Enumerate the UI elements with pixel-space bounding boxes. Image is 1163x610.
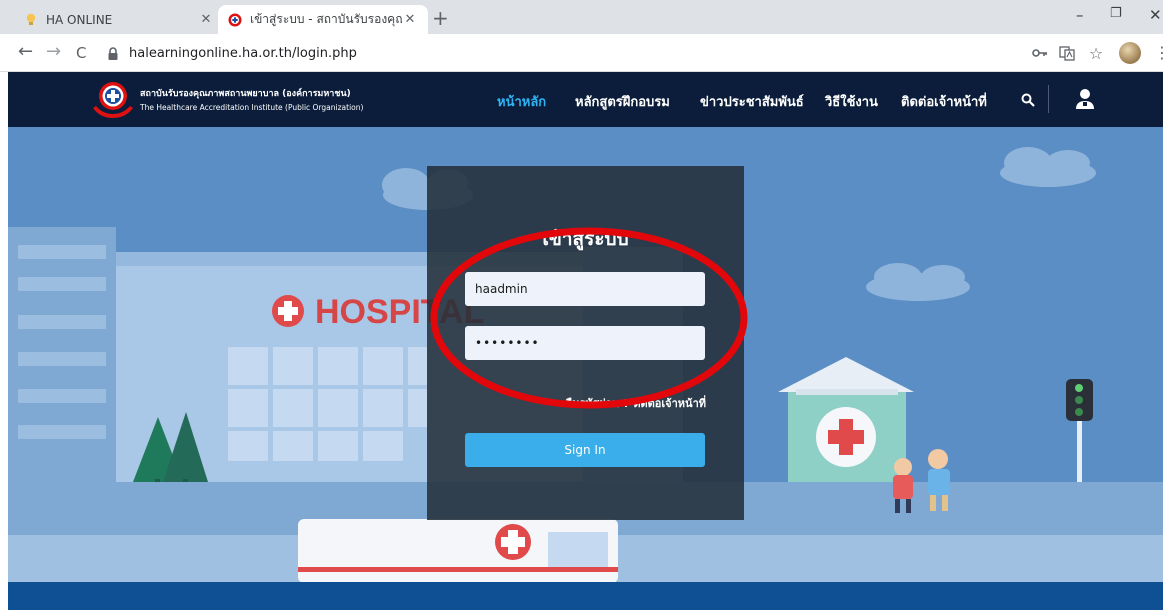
logo-text[interactable]: สถาบันรับรองคุณภาพสถานพยาบาล (องค์การมหา… [140, 86, 363, 112]
nav-how-to-use[interactable]: วิธีใช้งาน [825, 91, 878, 112]
forgot-password-link[interactable]: ลืมรหัสผ่าน ? ติดต่อเจ้าหน้าที่ [565, 394, 706, 412]
nav-contact-staff[interactable]: ติดต่อเจ้าหน้าที่ [901, 91, 987, 112]
browser-toolbar: ← → C halearningonline.ha.or.th/login.ph… [0, 34, 1163, 72]
address-bar[interactable]: halearningonline.ha.or.th/login.php [107, 43, 987, 63]
window-close-button[interactable]: ✕ [1149, 6, 1162, 24]
ha-logo-icon[interactable] [90, 78, 136, 120]
search-icon[interactable] [1018, 90, 1038, 110]
url-text: halearningonline.ha.or.th/login.php [129, 45, 357, 61]
window-minimize-button[interactable]: – [1076, 6, 1084, 24]
header-divider [1048, 85, 1049, 113]
logo-name-english: The Healthcare Accreditation Institute (… [140, 103, 364, 112]
site-favicon-icon [228, 13, 242, 27]
profile-avatar[interactable] [1119, 42, 1141, 64]
tab-close-icon[interactable]: ✕ [198, 12, 214, 27]
bookmark-star-icon[interactable]: ☆ [1087, 44, 1105, 63]
nav-home[interactable]: หน้าหลัก [497, 91, 546, 112]
browser-menu-icon[interactable]: ⋮ [1154, 43, 1163, 62]
translate-icon[interactable] [1058, 44, 1076, 62]
username-input[interactable] [465, 272, 705, 306]
back-button[interactable]: ← [18, 42, 33, 62]
window-restore-button[interactable]: ❐ [1110, 6, 1122, 21]
password-input[interactable] [465, 326, 705, 360]
browser-tab-ha-online[interactable]: HA ONLINE ✕ [14, 5, 224, 34]
login-title: เข้าสู่ระบบ [542, 228, 629, 250]
key-icon[interactable] [1031, 44, 1049, 62]
logo-name-thai: สถาบันรับรองคุณภาพสถานพยาบาล (องค์การมหา… [140, 89, 351, 99]
tab-close-icon[interactable]: ✕ [402, 12, 418, 27]
lock-icon [107, 46, 121, 60]
nav-news[interactable]: ข่าวประชาสัมพันธ์ [700, 91, 804, 112]
site-header: สถาบันรับรองคุณภาพสถานพยาบาล (องค์การมหา… [8, 72, 1163, 127]
lightbulb-icon [24, 13, 38, 27]
new-tab-button[interactable]: + [432, 8, 449, 28]
nav-courses[interactable]: หลักสูตรฝึกอบรม [575, 91, 670, 112]
login-panel: เข้าสู่ระบบ ลืมรหัสผ่าน ? ติดต่อเจ้าหน้า… [427, 166, 744, 520]
sign-in-button[interactable]: Sign In [465, 433, 705, 467]
tab-title: HA ONLINE [46, 12, 113, 27]
browser-tab-login[interactable]: เข้าสู่ระบบ - สถาบันรับรองคุณภาพสถา ✕ [218, 5, 428, 34]
browser-tab-strip: HA ONLINE ✕ เข้าสู่ระบบ - สถาบันรับรองคุ… [0, 0, 1163, 34]
tab-title: เข้าสู่ระบบ - สถาบันรับรองคุณภาพสถา [250, 12, 402, 26]
reload-button[interactable]: C [76, 43, 86, 63]
forward-button[interactable]: → [46, 42, 61, 62]
user-account-icon[interactable] [1074, 87, 1096, 111]
footer-bar [8, 582, 1163, 610]
